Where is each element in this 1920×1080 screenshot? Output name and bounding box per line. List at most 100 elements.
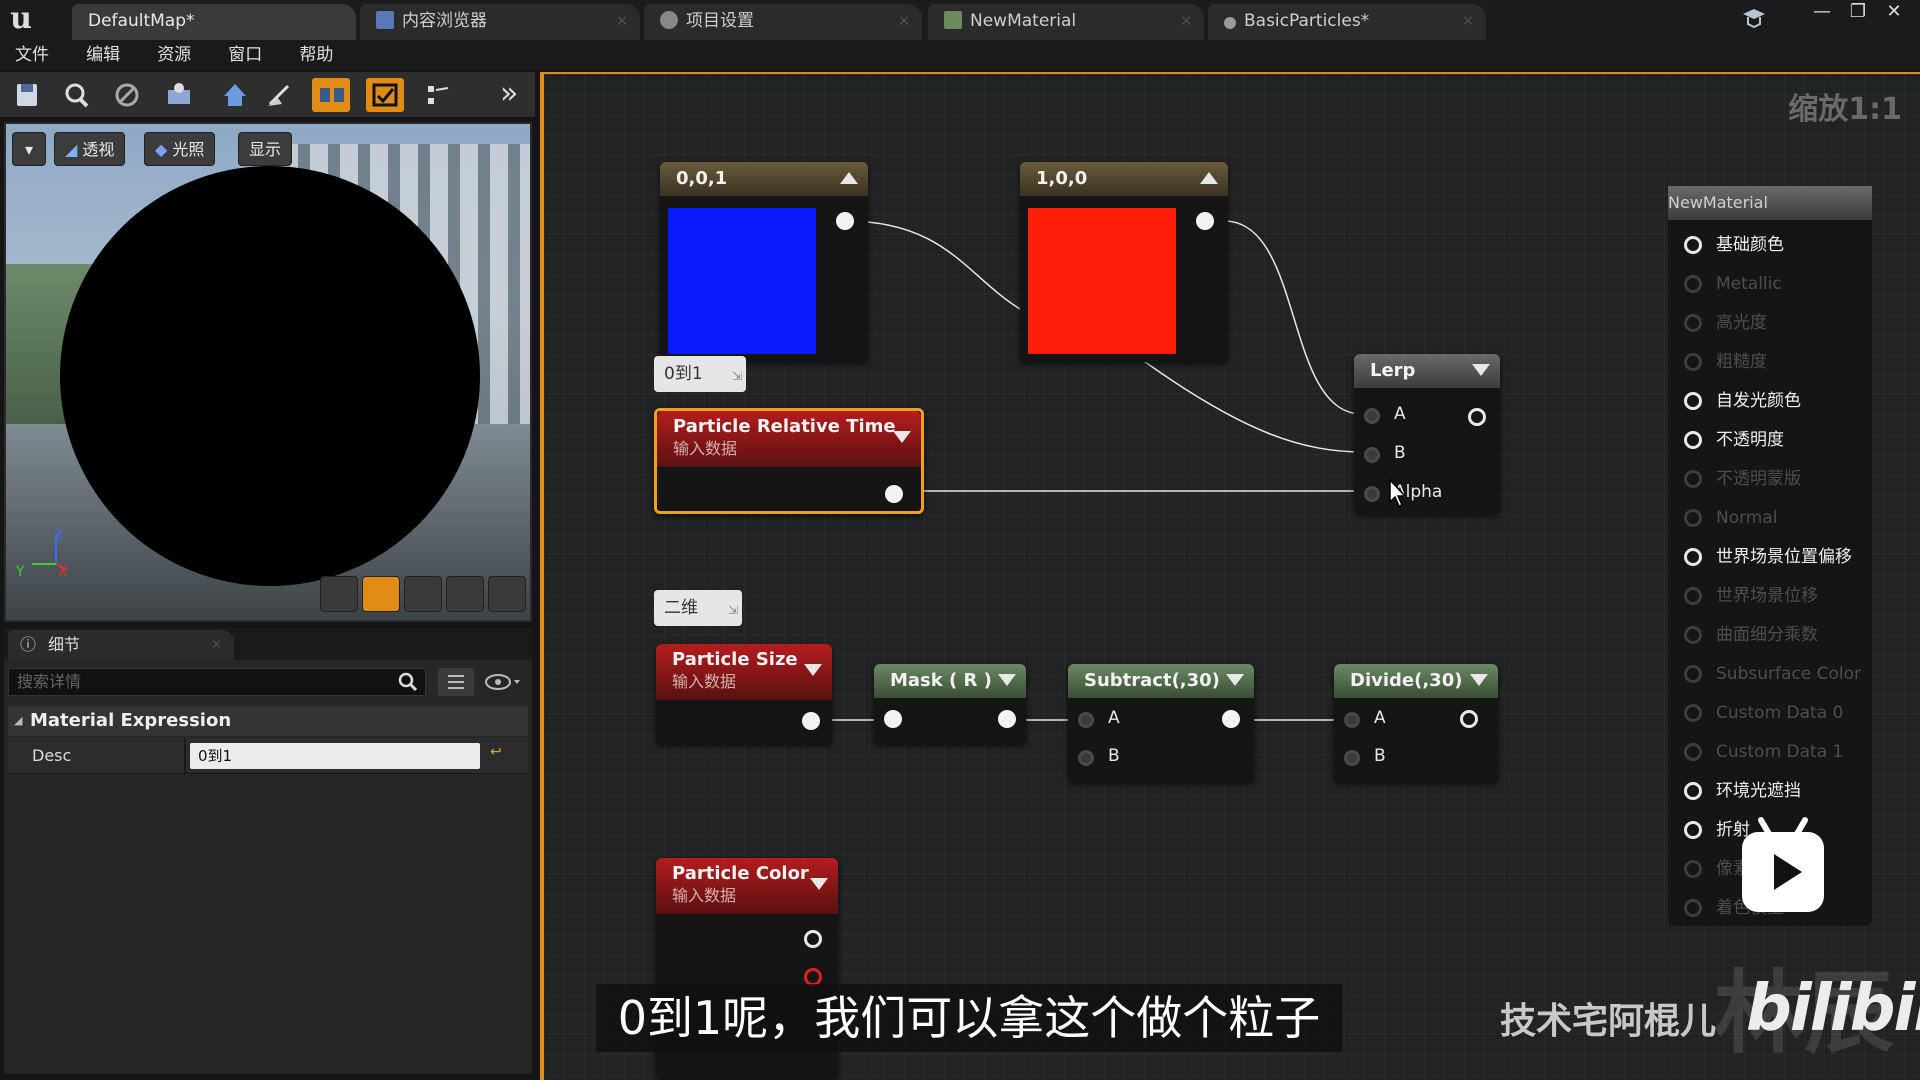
close-window-button[interactable]: ✕ xyxy=(1876,0,1912,28)
output-pin-row[interactable]: 折射 xyxy=(1684,815,1750,845)
show-button[interactable]: 显示 xyxy=(238,132,293,166)
output-pin-row[interactable]: 不透明蒙版 xyxy=(1684,464,1801,494)
tab-details[interactable]: ⓘ 细节 × xyxy=(8,630,234,660)
plane-shape-button[interactable] xyxy=(404,576,442,612)
output-pin[interactable] xyxy=(885,485,903,503)
output-pin-row[interactable]: 曲面细分乘数 xyxy=(1684,620,1818,650)
material-graph[interactable]: 缩放1:1 0,0,1 1,0,0 0到1 ⇲ Particle Relative… xyxy=(540,72,1920,1080)
output-pin[interactable] xyxy=(998,710,1016,728)
input-pin[interactable] xyxy=(1684,743,1702,761)
preview-viewport[interactable]: ▾ ◢ 透视 ◆ 光照 显示 Z Y X xyxy=(4,122,532,622)
output-pin-row[interactable]: Normal xyxy=(1684,503,1778,533)
desc-field[interactable]: 0到1 xyxy=(190,743,480,769)
cylinder-shape-button[interactable] xyxy=(320,576,358,612)
column-divider[interactable] xyxy=(184,738,186,774)
menu-file[interactable]: 文件 xyxy=(15,40,49,70)
output-pin-row[interactable]: Custom Data 0 xyxy=(1684,698,1843,728)
viewport-options-button[interactable]: ▾ xyxy=(12,132,46,166)
node-subtract[interactable]: Subtract(,30) A B xyxy=(1068,664,1254,782)
output-pin-row[interactable]: Custom Data 1 xyxy=(1684,737,1843,767)
input-pin-a[interactable] xyxy=(1078,712,1094,728)
details-search-input[interactable]: 搜索详情 xyxy=(8,668,426,696)
section-material-expression[interactable]: ◢ Material Expression xyxy=(8,706,528,736)
node-constant-red[interactable]: 1,0,0 xyxy=(1020,162,1228,362)
save-button[interactable] xyxy=(8,78,46,112)
tab-basic-particles[interactable]: BasicParticles* × xyxy=(1208,4,1486,40)
tab-new-material[interactable]: NewMaterial × xyxy=(928,4,1204,40)
feedback-icon[interactable] xyxy=(1740,6,1768,30)
output-pin-row[interactable]: Metallic xyxy=(1684,269,1782,299)
connectors-button[interactable] xyxy=(312,78,350,112)
input-pin-a[interactable] xyxy=(1364,408,1380,424)
output-pin-row[interactable]: 世界场景位置偏移 xyxy=(1684,542,1852,572)
output-pin[interactable] xyxy=(1222,710,1240,728)
search-icon[interactable] xyxy=(397,671,419,693)
chevron-down-icon[interactable] xyxy=(810,878,828,890)
input-pin[interactable] xyxy=(1684,587,1702,605)
node-divide[interactable]: Divide(,30) A B xyxy=(1334,664,1498,782)
input-pin[interactable] xyxy=(1684,821,1702,839)
node-comment[interactable]: 0到1 ⇲ xyxy=(654,356,746,392)
node-particle-relative-time[interactable]: Particle Relative Time 输入数据 xyxy=(654,408,924,514)
sphere-shape-button[interactable] xyxy=(362,576,400,612)
output-pin[interactable] xyxy=(836,212,854,230)
chevron-down-icon[interactable] xyxy=(1226,674,1244,686)
minimize-button[interactable]: — xyxy=(1804,0,1840,28)
input-pin[interactable] xyxy=(1684,353,1702,371)
pin-icon[interactable]: ⇲ xyxy=(728,592,738,628)
toolbar-overflow-icon[interactable]: » xyxy=(500,76,518,112)
collapse-icon[interactable] xyxy=(1200,172,1218,184)
cube-shape-button[interactable] xyxy=(446,576,484,612)
perspective-button[interactable]: ◢ 透视 xyxy=(54,132,126,166)
input-pin-alpha[interactable] xyxy=(1364,486,1380,502)
view-options-button[interactable] xyxy=(438,668,474,696)
menu-help[interactable]: 帮助 xyxy=(299,40,333,70)
node-lerp[interactable]: Lerp A B Alpha xyxy=(1354,354,1500,514)
chevron-down-icon[interactable] xyxy=(998,674,1016,686)
output-pin[interactable] xyxy=(1468,408,1486,426)
node-particle-size[interactable]: Particle Size 输入数据 xyxy=(656,644,832,744)
tab-default-map[interactable]: DefaultMap* xyxy=(72,4,356,40)
node-mask[interactable]: Mask ( R ) xyxy=(874,664,1026,744)
eye-icon[interactable] xyxy=(482,668,526,696)
chevron-down-icon[interactable] xyxy=(1472,364,1490,376)
output-pin[interactable] xyxy=(802,712,820,730)
output-pin-row[interactable]: 环境光遮挡 xyxy=(1684,776,1801,806)
input-pin-b[interactable] xyxy=(1344,750,1360,766)
output-pin-row[interactable]: 自发光颜色 xyxy=(1684,386,1801,416)
chevron-down-icon[interactable] xyxy=(804,664,822,676)
input-pin-b[interactable] xyxy=(1078,750,1094,766)
menu-edit[interactable]: 编辑 xyxy=(86,40,120,70)
close-icon[interactable]: × xyxy=(211,630,222,660)
input-pin[interactable] xyxy=(1684,275,1702,293)
output-pin-row[interactable]: 世界场景位移 xyxy=(1684,581,1818,611)
search-button[interactable] xyxy=(160,78,198,112)
input-pin[interactable] xyxy=(1684,314,1702,332)
output-pin-row[interactable]: 高光度 xyxy=(1684,308,1767,338)
reset-to-default-icon[interactable]: ↩ xyxy=(490,744,502,760)
lit-button[interactable]: ◆ 光照 xyxy=(144,132,216,166)
input-pin[interactable] xyxy=(1684,548,1702,566)
maximize-button[interactable]: ❐ xyxy=(1840,0,1876,28)
input-pin-a[interactable] xyxy=(1344,712,1360,728)
live-preview-button[interactable] xyxy=(366,78,404,112)
home-button[interactable] xyxy=(216,78,254,112)
input-pin[interactable] xyxy=(1684,470,1702,488)
close-icon[interactable]: × xyxy=(898,4,910,38)
close-icon[interactable]: × xyxy=(616,4,628,38)
input-pin[interactable] xyxy=(1684,626,1702,644)
menu-asset[interactable]: 资源 xyxy=(157,40,191,70)
stats-button[interactable] xyxy=(420,78,458,112)
apply-button[interactable] xyxy=(108,78,146,112)
clean-up-button[interactable] xyxy=(262,78,300,112)
output-pin-rgb[interactable] xyxy=(804,930,822,948)
input-pin[interactable] xyxy=(1684,860,1702,878)
input-pin[interactable] xyxy=(1684,509,1702,527)
node-constant-blue[interactable]: 0,0,1 xyxy=(660,162,868,362)
output-pin-row[interactable]: 粗糙度 xyxy=(1684,347,1767,377)
tab-project-settings[interactable]: 项目设置 × xyxy=(644,4,922,40)
input-pin[interactable] xyxy=(1684,431,1702,449)
close-icon[interactable]: × xyxy=(1462,4,1474,38)
input-pin[interactable] xyxy=(884,710,902,728)
menu-window[interactable]: 窗口 xyxy=(228,40,262,70)
